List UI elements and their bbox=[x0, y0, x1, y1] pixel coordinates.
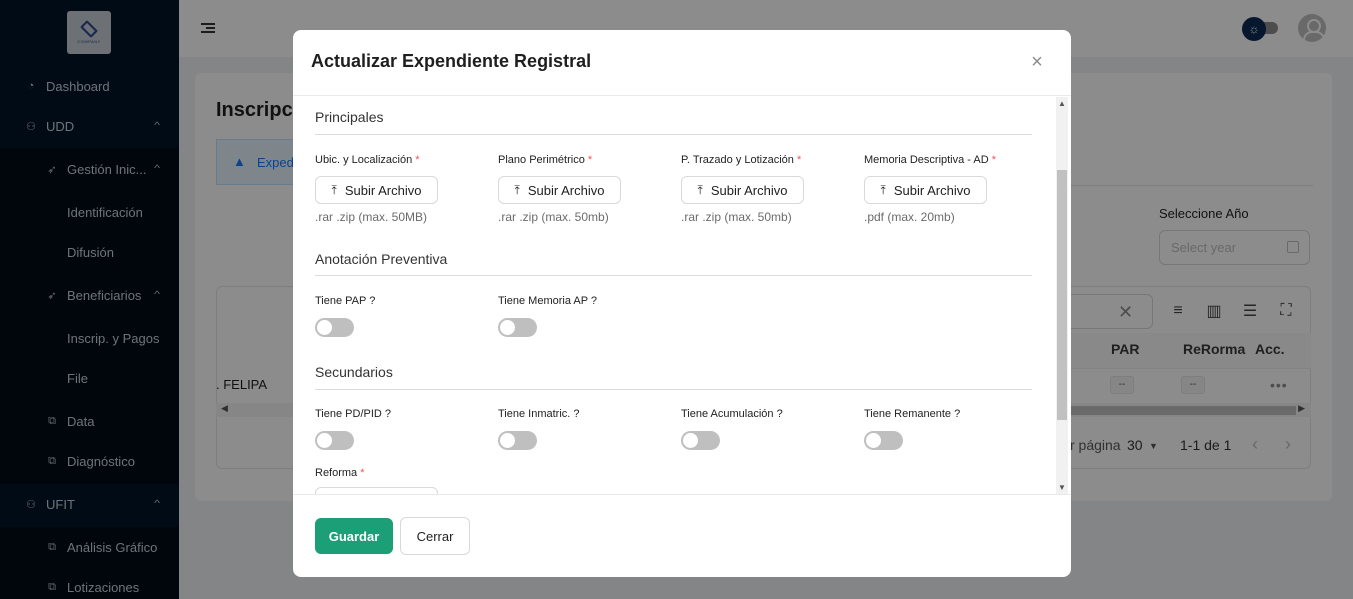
section-divider bbox=[315, 389, 1032, 390]
update-dialog: Actualizar Expendiente Registral × Princ… bbox=[293, 30, 1071, 577]
cancel-button[interactable]: Cerrar bbox=[400, 517, 470, 555]
vertical-scrollbar[interactable]: ▲ ▼ bbox=[1056, 97, 1068, 494]
upload-hint-trazado: .rar .zip (max. 50mb) bbox=[681, 210, 792, 224]
toggle-remanente[interactable] bbox=[864, 431, 903, 450]
upload-hint-ubicacion: .rar .zip (max. 50MB) bbox=[315, 210, 428, 224]
toggle-inmatric[interactable] bbox=[498, 431, 537, 450]
toggle-pap[interactable] bbox=[315, 318, 354, 337]
section-divider bbox=[315, 275, 1032, 276]
section-divider bbox=[315, 134, 1032, 135]
reforma-label: Reforma * bbox=[315, 467, 365, 479]
reforma-select[interactable] bbox=[315, 487, 438, 494]
scroll-thumb[interactable] bbox=[1057, 170, 1067, 420]
upload-hint-memoria: .pdf (max. 20mb) bbox=[864, 210, 955, 224]
section-title-anotacion: Anotación Preventiva bbox=[315, 251, 448, 267]
scroll-up-icon[interactable]: ▲ bbox=[1058, 99, 1066, 108]
section-title-principales: Principales bbox=[315, 109, 384, 125]
toggle-label-memoria-ap: Tiene Memoria AP ? bbox=[498, 295, 598, 307]
upload-button-plano[interactable]: ⤒ Subir Archivo bbox=[498, 176, 621, 204]
toggle-label-pap: Tiene PAP ? bbox=[315, 295, 376, 307]
upload-button-ubicacion[interactable]: ⤒ Subir Archivo bbox=[315, 176, 438, 204]
toggle-label-inmatric: Tiene Inmatric. ? bbox=[498, 408, 580, 420]
upload-icon: ⤒ bbox=[880, 182, 886, 197]
toggle-pd-pid[interactable] bbox=[315, 431, 354, 450]
dialog-body: Principales Ubic. y Localización * ⤒ Subi… bbox=[293, 96, 1055, 494]
upload-label-plano: Plano Perimétrico * bbox=[498, 154, 593, 166]
upload-label-trazado: P. Trazado y Lotización * bbox=[681, 154, 802, 166]
upload-label-ubicacion: Ubic. y Localización * bbox=[315, 154, 420, 166]
upload-button-trazado[interactable]: ⤒ Subir Archivo bbox=[681, 176, 804, 204]
toggle-label-remanente: Tiene Remanente ? bbox=[864, 408, 961, 420]
save-button[interactable]: Guardar bbox=[315, 518, 393, 554]
toggle-label-acumulacion: Tiene Acumulación ? bbox=[681, 408, 783, 420]
section-title-secundarios: Secundarios bbox=[315, 364, 393, 380]
upload-icon: ⤒ bbox=[514, 182, 520, 197]
toggle-memoria-ap[interactable] bbox=[498, 318, 537, 337]
toggle-acumulacion[interactable] bbox=[681, 431, 720, 450]
upload-label-memoria: Memoria Descriptiva - AD * bbox=[864, 154, 997, 166]
dialog-footer-divider bbox=[293, 494, 1071, 495]
upload-icon: ⤒ bbox=[697, 182, 703, 197]
upload-icon: ⤒ bbox=[331, 182, 337, 197]
upload-button-memoria[interactable]: ⤒ Subir Archivo bbox=[864, 176, 987, 204]
scroll-down-icon[interactable]: ▼ bbox=[1058, 483, 1066, 492]
dialog-title: Actualizar Expendiente Registral bbox=[311, 51, 592, 71]
toggle-label-pd-pid: Tiene PD/PID ? bbox=[315, 408, 392, 420]
upload-hint-plano: .rar .zip (max. 50mb) bbox=[498, 210, 609, 224]
close-icon[interactable]: × bbox=[1028, 52, 1046, 72]
